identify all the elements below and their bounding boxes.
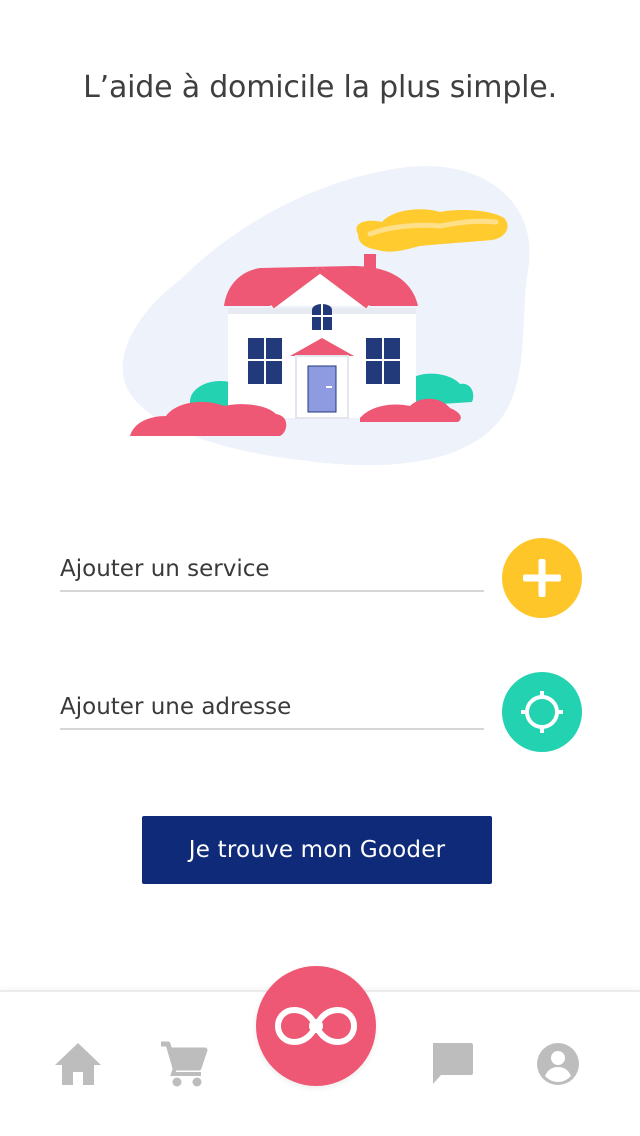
- address-input[interactable]: [60, 694, 484, 720]
- account-circle-icon: [537, 1043, 579, 1085]
- plus-icon: [523, 559, 561, 597]
- service-input[interactable]: [60, 556, 484, 582]
- page-title: L’aide à domicile la plus simple.: [83, 70, 557, 105]
- chat-bubble-icon: [433, 1043, 473, 1084]
- address-field[interactable]: [60, 672, 484, 730]
- gooder-center-button[interactable]: [256, 966, 376, 1086]
- nav-profile[interactable]: [532, 1038, 584, 1090]
- locate-button[interactable]: [502, 672, 582, 752]
- house-illustration: [120, 160, 540, 480]
- cart-icon: [161, 1041, 208, 1087]
- nav-messages[interactable]: [426, 1038, 478, 1090]
- find-gooder-label: Je trouve mon Gooder: [188, 837, 446, 863]
- crosshair-icon: [521, 691, 563, 733]
- home-icon: [55, 1043, 101, 1085]
- nav-home[interactable]: [52, 1038, 104, 1090]
- find-gooder-button[interactable]: Je trouve mon Gooder: [142, 816, 492, 884]
- service-field[interactable]: [60, 534, 484, 592]
- nav-cart[interactable]: [158, 1038, 210, 1090]
- gooder-logo-icon: [274, 1006, 358, 1046]
- add-service-button[interactable]: [502, 538, 582, 618]
